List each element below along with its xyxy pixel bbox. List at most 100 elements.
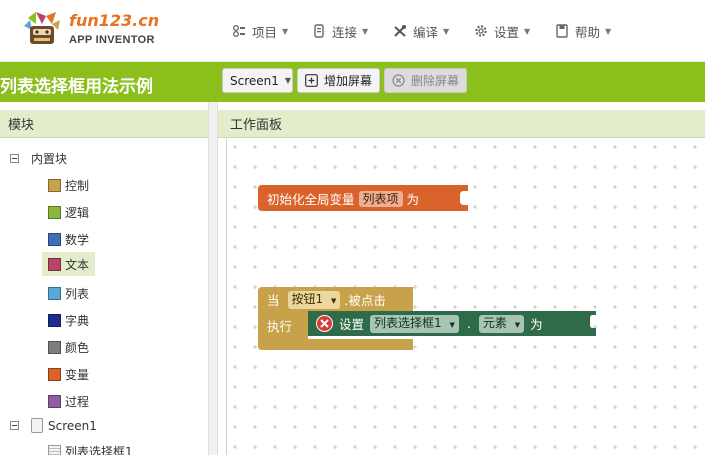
menu-help-label: 帮助: [575, 24, 601, 40]
category-label: 列表: [65, 287, 90, 301]
project-icon: [232, 24, 246, 38]
colors-color-icon: [48, 341, 61, 354]
text-color-icon: [48, 257, 61, 271]
math-color-icon: [48, 233, 61, 246]
app-logo[interactable]: fun123.cn APP INVENTOR: [22, 8, 172, 54]
menu-build-label: 编译: [413, 24, 439, 40]
panel-splitter[interactable]: [208, 102, 218, 455]
logo-subtitle: APP INVENTOR: [69, 34, 155, 46]
app-inventor-logo-icon: [24, 12, 60, 44]
chevron-down-icon: ▼: [362, 26, 369, 36]
category-text[interactable]: 文本: [42, 252, 96, 276]
category-label: 逻辑: [65, 206, 90, 220]
menu-build[interactable]: 编译 ▼: [393, 20, 449, 42]
variables-color-icon: [48, 368, 61, 381]
screen1-node[interactable]: Screen1: [10, 418, 97, 433]
menu-project-label: 项目: [252, 24, 278, 40]
listpicker-node[interactable]: 列表选择框1: [48, 443, 133, 455]
set-label: 设置: [339, 317, 365, 332]
logo-title: fun123.cn: [69, 11, 160, 30]
menu-connect[interactable]: 连接 ▼: [312, 20, 368, 42]
procedures-color-icon: [48, 395, 61, 408]
remove-screen-icon: [392, 74, 405, 87]
blocks-tree: 内置块 控制 逻辑 数学 文本 列表 字典 颜色 变量 过程 Screen1 列…: [0, 138, 208, 455]
chevron-down-icon: ▼: [449, 320, 455, 329]
category-procedures[interactable]: 过程: [48, 393, 89, 410]
screen1-label: Screen1: [48, 418, 97, 433]
workspace-header: 工作面板: [218, 110, 705, 138]
chevron-down-icon: ▼: [605, 26, 612, 36]
help-icon: [555, 24, 569, 38]
top-bar: fun123.cn APP INVENTOR 项目 ▼ 连接 ▼ 编译 ▼ 设置…: [0, 0, 705, 62]
property-value: 元素: [482, 315, 507, 330]
settings-icon: [474, 24, 488, 38]
component-dropdown-value: 按钮1: [291, 291, 324, 306]
category-label: 文本: [65, 257, 90, 272]
do-label: 执行: [267, 319, 293, 334]
menu-connect-label: 连接: [332, 24, 358, 40]
build-icon: [393, 24, 407, 38]
remove-screen-label: 删除屏幕: [411, 74, 460, 88]
chevron-down-icon: ▼: [284, 76, 292, 85]
control-color-icon: [48, 179, 61, 192]
chevron-down-icon: ▼: [443, 26, 450, 36]
category-control[interactable]: 控制: [48, 177, 89, 194]
error-icon[interactable]: [316, 315, 333, 332]
blocks-panel-header: 模块: [0, 110, 208, 138]
variable-name-field[interactable]: 列表项: [358, 190, 403, 207]
property-dropdown[interactable]: 元素 ▼: [478, 314, 525, 333]
category-math[interactable]: 数学: [48, 231, 89, 248]
category-label: 过程: [65, 395, 90, 409]
component-dropdown[interactable]: 按钮1 ▼: [287, 290, 341, 309]
chevron-down-icon: ▼: [514, 320, 521, 329]
add-screen-label: 增加屏幕: [324, 74, 373, 88]
target-component-value: 列表选择框1: [374, 315, 442, 330]
menu-project[interactable]: 项目 ▼: [232, 20, 288, 42]
project-name: 列表选择框用法示例: [0, 77, 153, 97]
chevron-down-icon: ▼: [282, 26, 289, 36]
dictionaries-color-icon: [48, 314, 61, 327]
category-label: 数学: [65, 233, 90, 247]
blocks-workspace[interactable]: 初始化全局变量 列表项 为 当 按钮1 ▼ .被点击 执行 设置 列表选择框1 …: [226, 139, 705, 455]
screen-icon: [31, 418, 43, 433]
remove-screen-button[interactable]: 删除屏幕: [384, 68, 467, 93]
blocks-panel-title: 模块: [8, 118, 35, 133]
builtin-blocks-node[interactable]: 内置块: [10, 150, 67, 167]
menu-settings[interactable]: 设置 ▼: [474, 20, 530, 42]
menu-help[interactable]: 帮助 ▼: [555, 20, 611, 42]
initialize-global-label: 初始化全局变量: [267, 192, 355, 207]
menu-settings-label: 设置: [494, 24, 520, 40]
category-variables[interactable]: 变量: [48, 366, 89, 383]
category-label: 颜色: [65, 341, 90, 355]
chevron-down-icon: ▼: [524, 26, 531, 36]
button-click-event-block[interactable]: 当 按钮1 ▼ .被点击 执行 设置 列表选择框1 ▼ . 元素 ▼ 为: [258, 287, 598, 352]
category-logic[interactable]: 逻辑: [48, 204, 89, 221]
category-colors[interactable]: 颜色: [48, 339, 89, 356]
target-component-dropdown[interactable]: 列表选择框1 ▼: [370, 314, 459, 333]
category-label: 控制: [65, 179, 90, 193]
add-screen-button[interactable]: 增加屏幕: [297, 68, 380, 93]
screen-select-value: Screen1: [230, 73, 279, 88]
chevron-down-icon: ▼: [330, 296, 337, 305]
collapse-icon[interactable]: [10, 421, 19, 430]
listpicker-label: 列表选择框1: [65, 445, 133, 455]
connect-icon: [312, 24, 326, 38]
lists-color-icon: [48, 287, 61, 300]
to-label: 为: [406, 192, 420, 207]
screen-select[interactable]: Screen1 ▼: [222, 68, 293, 93]
category-label: 变量: [65, 368, 90, 382]
collapse-icon[interactable]: [10, 154, 19, 163]
to-label: 为: [530, 317, 543, 332]
dot-label: .: [466, 316, 471, 331]
builtin-blocks-label: 内置块: [31, 152, 68, 166]
when-label: 当: [267, 293, 280, 308]
listpicker-icon: [48, 445, 61, 455]
event-name-label: .被点击: [344, 293, 386, 308]
workspace-title: 工作面板: [230, 118, 283, 133]
global-variable-block[interactable]: 初始化全局变量 列表项 为: [258, 185, 468, 211]
add-screen-icon: [305, 74, 318, 87]
logic-color-icon: [48, 206, 61, 219]
category-lists[interactable]: 列表: [48, 285, 89, 302]
category-dictionaries[interactable]: 字典: [48, 312, 89, 329]
category-label: 字典: [65, 314, 90, 328]
